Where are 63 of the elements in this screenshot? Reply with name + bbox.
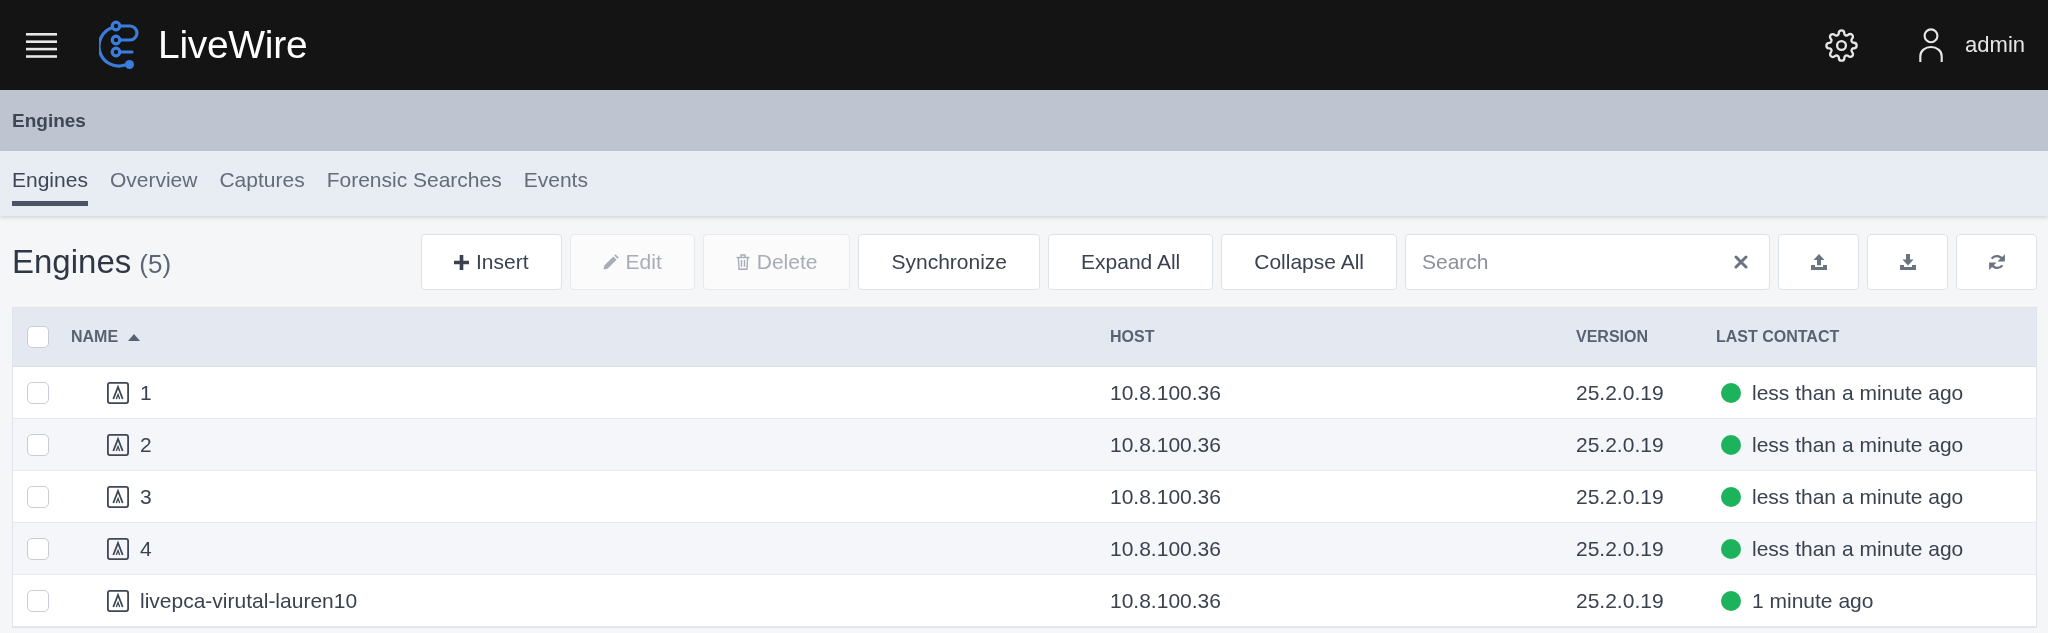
last-contact-time: less than a minute ago — [1752, 432, 1964, 457]
section-title: Engines — [12, 243, 132, 281]
column-header[interactable]: VERSION — [1576, 328, 1648, 346]
engine-version: 25.2.0.19 — [1576, 588, 1664, 613]
refresh-icon — [1987, 253, 2006, 271]
engine-version: 25.2.0.19 — [1576, 380, 1664, 405]
search-field[interactable]: Search — [1405, 234, 1770, 290]
host-address: 10.8.100.36 — [1110, 588, 1221, 613]
download-button[interactable] — [1867, 234, 1948, 290]
user-icon — [1918, 27, 1945, 63]
last-contact-time: less than a minute ago — [1752, 380, 1964, 405]
last-contact-time: less than a minute ago — [1752, 484, 1964, 509]
row-checkbox[interactable] — [27, 537, 49, 560]
toolbar-button[interactable]: Synchronize — [858, 234, 1040, 290]
chevron-box-icon — [107, 485, 129, 508]
refresh-button[interactable] — [1956, 234, 2037, 290]
engine-name: 2 — [140, 432, 152, 457]
pencil-icon — [602, 254, 619, 270]
row-checkbox[interactable] — [27, 589, 49, 612]
menu-icon[interactable] — [26, 32, 57, 58]
select-all-checkbox[interactable] — [27, 326, 49, 348]
upload-icon — [1809, 253, 1828, 271]
settings-icon[interactable] — [1825, 28, 1859, 62]
column-header[interactable]: HOST — [1110, 328, 1155, 346]
host-address: 10.8.100.36 — [1110, 484, 1221, 509]
engine-name: 1 — [140, 380, 152, 405]
host-address: 10.8.100.36 — [1110, 380, 1221, 405]
last-contact-time: less than a minute ago — [1752, 536, 1964, 561]
item-count: (5) — [139, 249, 172, 280]
row-checkbox[interactable] — [27, 381, 49, 404]
chevron-box-icon — [107, 537, 129, 560]
user-menu[interactable]: admin — [1918, 27, 2025, 63]
chevron-box-icon — [107, 381, 129, 404]
engine-name: livepca-virutal-lauren10 — [140, 588, 358, 613]
engine-version: 25.2.0.19 — [1576, 432, 1664, 457]
toolbar-button[interactable]: Collapse All — [1221, 234, 1397, 290]
tab[interactable]: Events — [523, 167, 588, 206]
host-address: 10.8.100.36 — [1110, 432, 1221, 457]
page-title: Engines — [12, 109, 86, 132]
engine-version: 25.2.0.19 — [1576, 536, 1664, 561]
column-header[interactable]: NAME — [71, 328, 141, 346]
toolbar-button[interactable]: Insert — [421, 234, 562, 290]
tab[interactable]: Overview — [109, 167, 198, 206]
row-checkbox[interactable] — [27, 485, 49, 508]
upload-button[interactable] — [1778, 234, 1859, 290]
clear-icon[interactable] — [1734, 255, 1748, 269]
tab[interactable]: Captures — [219, 167, 305, 206]
plus-icon — [454, 254, 470, 270]
chevron-box-icon — [107, 433, 129, 456]
download-icon — [1898, 253, 1917, 271]
trash-icon — [735, 254, 750, 270]
engine-name: 3 — [140, 484, 152, 509]
tab[interactable]: Forensic Searches — [326, 167, 502, 206]
last-contact-time: 1 minute ago — [1752, 588, 1874, 613]
row-checkbox[interactable] — [27, 433, 49, 456]
column-header[interactable]: LAST CONTACT — [1716, 328, 1840, 346]
app-title: LiveWire — [158, 23, 308, 67]
engine-version: 25.2.0.19 — [1576, 484, 1664, 509]
host-address: 10.8.100.36 — [1110, 536, 1221, 561]
toolbar-button[interactable]: Expand All — [1048, 234, 1214, 290]
tab[interactable]: Engines — [12, 167, 88, 206]
chevron-box-icon — [107, 589, 129, 612]
engine-name: 4 — [140, 536, 152, 561]
